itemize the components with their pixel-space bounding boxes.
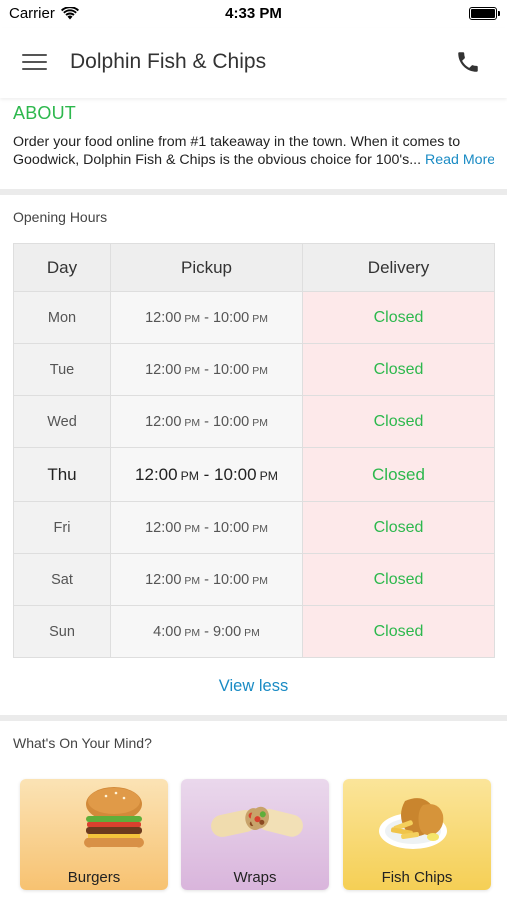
battery-icon [469,7,500,20]
column-header-pickup: Pickup [110,243,303,292]
time-separator: - [200,413,213,430]
time-ampm: PM [184,627,201,639]
hours-row: Wed 12:00 PM - 10:00 PM Closed [13,395,495,448]
page-title: Dolphin Fish & Chips [70,50,267,73]
hours-row: Mon 12:00 PM - 10:00 PM Closed [13,291,495,344]
hours-delivery-status: Closed [302,291,495,344]
time-ampm: PM [252,417,268,429]
hours-day-cell: Fri [13,501,111,554]
time-value: 9:00 [212,623,242,640]
time-separator: - [200,309,213,326]
hours-day-cell: Sun [13,605,111,658]
category-label: Fish Chips [381,869,453,886]
table-header-row: Day Pickup Delivery [13,243,495,292]
time-value: 12:00 [145,361,182,378]
hours-delivery-status: Closed [302,395,495,448]
time-value: 10:00 [212,571,250,588]
time-value: 12:00 [145,309,182,326]
time-ampm: PM [184,575,201,587]
hours-day-cell: Mon [13,291,111,344]
about-line-2: Goodwick, Dolphin Fish & Chips is the ob… [13,152,494,168]
time-ampm: PM [184,313,201,325]
time-separator: - [198,464,215,484]
hours-row: Fri 12:00 PM - 10:00 PM Closed [13,501,495,554]
hours-pickup-cell: 12:00 PM - 10:00 PM [110,553,303,606]
time-value: 12:00 [145,413,182,430]
hours-row: Sun 4:00 PM - 9:00 PM Closed [13,605,495,658]
fish-chips-image [379,798,447,849]
time-ampm: PM [252,313,268,325]
time-ampm: PM [184,365,201,377]
wraps-image [211,806,303,837]
time-value: 12:00 [135,464,178,484]
view-less-link[interactable]: View less [0,677,507,696]
hours-row: Thu 12:00 PM - 10:00 PM Closed [13,447,495,502]
time-separator: - [200,361,213,378]
time-ampm: PM [252,575,268,587]
time-value: 12:00 [145,571,182,588]
hours-pickup-cell: 12:00 PM - 10:00 PM [110,447,303,502]
about-section: ABOUT Order your food online from #1 tak… [0,98,507,190]
category-label: Wraps [233,869,277,886]
hours-day-cell: Tue [13,343,111,396]
status-bar: Carrier 4:33 PM [0,0,507,28]
hours-delivery-status: Closed [302,553,495,606]
time-ampm: PM [252,523,268,535]
hamburger-menu-icon[interactable] [22,53,48,73]
about-description: Order your food online from #1 takeaway … [13,133,494,169]
time-ampm: PM [184,523,201,535]
time-separator: - [200,519,213,536]
time-ampm: PM [180,468,199,483]
whats-on-your-mind-title: What's On Your Mind? [13,735,152,751]
phone-icon[interactable] [455,49,481,75]
section-divider [0,715,507,721]
about-heading: ABOUT [13,103,77,123]
time-ampm: PM [252,365,268,377]
time-separator: - [200,571,213,588]
column-header-delivery: Delivery [302,243,495,292]
hours-day-cell: Thu [13,447,111,502]
category-card-burgers[interactable]: Burgers [20,779,168,890]
read-more-link[interactable]: Read More [425,152,494,168]
category-label: Burgers [67,869,121,886]
time-ampm: PM [244,627,260,639]
time-ampm: PM [184,417,201,429]
hours-delivery-status: Closed [302,343,495,396]
hours-day-cell: Wed [13,395,111,448]
status-time: 4:33 PM [225,5,282,22]
hours-pickup-cell: 12:00 PM - 10:00 PM [110,395,303,448]
about-ellipsis: ... [409,152,422,168]
category-card-wraps[interactable]: Wraps [181,779,329,890]
time-separator: - [200,623,213,640]
hours-delivery-status: Closed [302,447,495,502]
hours-row: Sat 12:00 PM - 10:00 PM Closed [13,553,495,606]
hours-delivery-status: Closed [302,605,495,658]
hours-day-cell: Sat [13,553,111,606]
hours-pickup-cell: 12:00 PM - 10:00 PM [110,501,303,554]
about-line-1: Order your food online from #1 takeaway … [13,134,461,150]
hours-delivery-status: Closed [302,501,495,554]
time-value: 10:00 [214,464,257,484]
time-value: 12:00 [145,519,182,536]
time-value: 10:00 [212,519,250,536]
hours-pickup-cell: 12:00 PM - 10:00 PM [110,291,303,344]
category-card-fish-chips[interactable]: Fish Chips [343,779,491,890]
time-value: 10:00 [212,361,250,378]
opening-hours-table: Day Pickup Delivery Mon 12:00 PM - 10:00 PM… [13,243,495,658]
column-header-day: Day [13,243,111,292]
time-ampm: PM [259,468,278,483]
hours-row: Tue 12:00 PM - 10:00 PM Closed [13,343,495,396]
opening-hours-title: Opening Hours [13,209,108,225]
hours-pickup-cell: 4:00 PM - 9:00 PM [110,605,303,658]
hours-pickup-cell: 12:00 PM - 10:00 PM [110,343,303,396]
time-value: 10:00 [212,413,250,430]
section-divider [0,189,507,195]
burger-image [84,787,144,848]
app-header: Dolphin Fish & Chips [0,28,507,98]
time-value: 10:00 [212,309,250,326]
time-value: 4:00 [153,623,182,640]
